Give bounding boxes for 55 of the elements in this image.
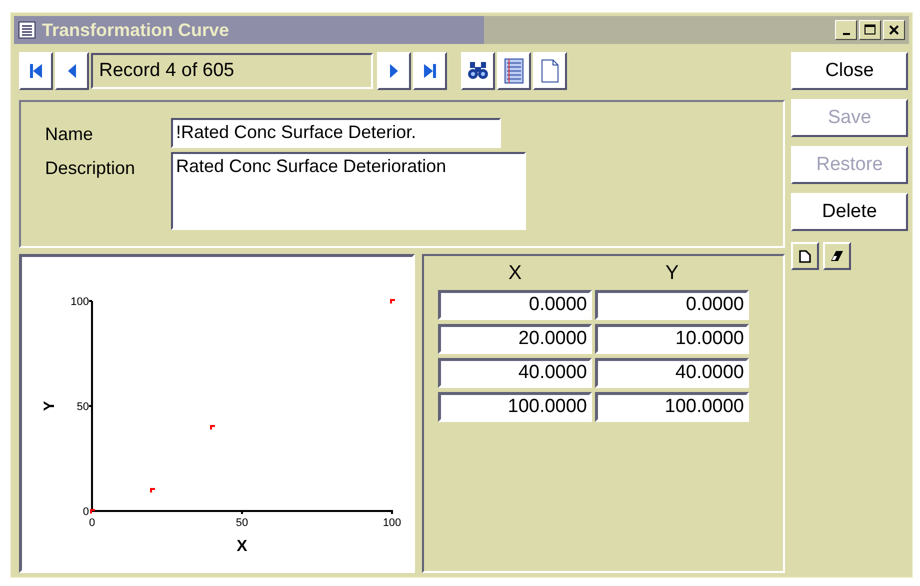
y-tick-label: 0: [82, 506, 89, 518]
x-tick-label: 0: [88, 517, 96, 529]
action-button[interactable]: Delete: [791, 193, 908, 231]
list-button[interactable]: [497, 52, 531, 90]
description-field[interactable]: Rated Conc Surface Deterioration: [171, 152, 526, 230]
field-label: Description: [45, 157, 136, 180]
table-cell[interactable]: 0.0000: [438, 290, 592, 320]
y-tick-label: 100: [70, 296, 89, 308]
column-header: X: [507, 262, 523, 286]
y-tick-label: 50: [76, 401, 89, 413]
x-axis-title: X: [236, 538, 248, 555]
table-cell[interactable]: 40.0000: [595, 358, 749, 388]
table-cell[interactable]: 0.0000: [595, 290, 749, 320]
eraser-icon: [830, 250, 844, 262]
next-icon: [388, 62, 400, 80]
first-icon: [29, 62, 43, 80]
table-cell[interactable]: 10.0000: [595, 324, 749, 354]
list-icon: [504, 58, 524, 84]
new-button[interactable]: [791, 242, 819, 270]
name-field[interactable]: !Rated Conc Surface Deterior.: [171, 118, 501, 148]
previous-icon: [66, 62, 78, 80]
x-tick-label: 100: [382, 517, 402, 529]
table-cell[interactable]: 20.0000: [438, 324, 592, 354]
data-point: [90, 509, 95, 514]
next-record-button[interactable]: [377, 52, 411, 90]
window-menu-icon: [18, 21, 36, 39]
previous-record-button[interactable]: [55, 52, 89, 90]
data-point: [210, 425, 215, 430]
y-axis-title: Y: [41, 401, 58, 411]
document-icon: [799, 250, 811, 262]
table-cell[interactable]: 100.0000: [595, 392, 749, 422]
data-point: [150, 488, 155, 492]
data-point: [390, 299, 395, 304]
column-header: Y: [664, 262, 680, 286]
table-cell[interactable]: 100.0000: [438, 392, 592, 422]
window-title: Transformation Curve: [42, 20, 230, 40]
maximize-button[interactable]: [859, 20, 881, 40]
close-icon: [888, 24, 900, 36]
page-button[interactable]: [533, 52, 567, 90]
table-cell[interactable]: 40.0000: [438, 358, 592, 388]
find-button[interactable]: [461, 52, 495, 90]
first-record-button[interactable]: [19, 52, 53, 90]
record-indicator: Record 4 of 605: [91, 53, 373, 89]
binoculars-icon: [467, 61, 489, 81]
close-window-button[interactable]: [883, 20, 905, 40]
last-record-button[interactable]: [413, 52, 447, 90]
field-label: Name: [45, 123, 94, 146]
minimize-button[interactable]: [835, 20, 857, 40]
erase-button[interactable]: [823, 242, 851, 270]
minimize-icon: [842, 33, 850, 35]
action-button[interactable]: Close: [791, 52, 908, 90]
page-icon: [541, 59, 559, 83]
maximize-icon: [864, 24, 876, 36]
last-icon: [423, 62, 437, 80]
x-tick-label: 50: [236, 517, 248, 529]
